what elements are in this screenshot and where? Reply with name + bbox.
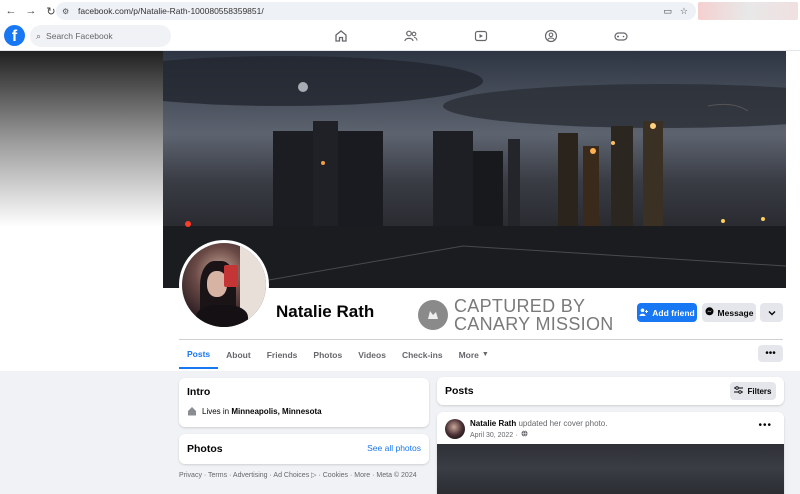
video-icon[interactable] bbox=[473, 28, 489, 44]
profile-more-dropdown[interactable] bbox=[760, 303, 783, 322]
groups-icon[interactable] bbox=[543, 28, 559, 44]
canary-seal-icon bbox=[418, 300, 448, 330]
post-cover-image[interactable] bbox=[437, 444, 784, 494]
tab-label: About bbox=[226, 349, 251, 360]
tabs-options-button[interactable]: ••• bbox=[758, 345, 783, 362]
add-friend-button[interactable]: Add friend bbox=[637, 303, 697, 322]
post-author-name[interactable]: Natalie Rath bbox=[470, 419, 516, 428]
facebook-logo-icon[interactable]: f bbox=[4, 25, 25, 46]
bookmark-star-icon[interactable]: ☆ bbox=[680, 6, 688, 17]
tab-more[interactable]: More ▼ bbox=[451, 340, 497, 369]
footer-links[interactable]: Privacy · Terms · Advertising · Ad Choic… bbox=[179, 471, 417, 479]
tab-friends[interactable]: Friends bbox=[259, 340, 306, 369]
tab-label: Posts bbox=[187, 348, 211, 359]
globe-icon bbox=[521, 430, 528, 439]
tab-posts[interactable]: Posts bbox=[179, 340, 219, 369]
home-icon[interactable] bbox=[333, 28, 349, 44]
more-dots-icon: ••• bbox=[765, 348, 776, 359]
tab-label: Videos bbox=[358, 349, 386, 360]
watermark-line1: CAPTURED BY bbox=[454, 296, 586, 316]
profile-avatar[interactable] bbox=[179, 240, 269, 330]
friends-icon[interactable] bbox=[403, 28, 419, 44]
filters-label: Filters bbox=[747, 386, 772, 396]
post-date[interactable]: April 30, 2022 · bbox=[470, 430, 528, 439]
caret-down-icon: ▼ bbox=[481, 351, 489, 358]
see-all-photos-link[interactable]: See all photos bbox=[367, 443, 421, 453]
lives-in-location[interactable]: Minneapolis, Minnesota bbox=[231, 407, 321, 416]
address-bar[interactable]: ⚙ facebook.com/p/Natalie-Rath-1000805583… bbox=[56, 2, 696, 20]
browser-toolbar: ← → ↻ ⚙ facebook.com/p/Natalie-Rath-1000… bbox=[0, 0, 800, 22]
post-header-text: Natalie Rath updated her cover photo. bbox=[470, 419, 607, 428]
post-date-text: April 30, 2022 · bbox=[470, 432, 518, 439]
add-friend-icon bbox=[639, 308, 649, 318]
house-icon bbox=[187, 406, 197, 416]
search-placeholder: Search Facebook bbox=[46, 31, 113, 41]
intro-card: Intro Lives in Minneapolis, Minnesota bbox=[179, 378, 429, 427]
cover-side-right bbox=[786, 51, 800, 371]
intro-title: Intro bbox=[187, 386, 211, 398]
tab-label: More bbox=[458, 349, 479, 360]
intro-lives-in: Lives in Minneapolis, Minnesota bbox=[187, 406, 322, 416]
forward-icon[interactable]: → bbox=[22, 2, 40, 20]
tab-check-ins[interactable]: Check-ins bbox=[394, 340, 451, 369]
photos-title: Photos bbox=[187, 443, 223, 455]
lives-in-prefix: Lives in bbox=[202, 406, 230, 416]
gaming-icon[interactable] bbox=[613, 28, 629, 44]
profile-tabs: Posts About Friends Photos Videos Check-… bbox=[179, 340, 497, 370]
profile-name: Natalie Rath bbox=[276, 302, 375, 321]
avatar-body bbox=[196, 305, 248, 327]
avatar-phone bbox=[224, 265, 238, 287]
watermark-line2: CANARY MISSION bbox=[454, 314, 614, 334]
extensions-area bbox=[698, 2, 798, 20]
site-info-icon[interactable]: ⚙ bbox=[62, 7, 72, 16]
url-text: facebook.com/p/Natalie-Rath-100080558359… bbox=[78, 6, 264, 16]
post-action-text: updated her cover photo. bbox=[518, 419, 608, 428]
filters-button[interactable]: Filters bbox=[730, 382, 776, 400]
filters-icon bbox=[734, 386, 744, 396]
post-card: Natalie Rath updated her cover photo. Ap… bbox=[437, 412, 784, 494]
messenger-icon bbox=[705, 307, 714, 318]
message-label: Message bbox=[717, 307, 754, 318]
profile-panel-left bbox=[0, 288, 163, 371]
posts-header-card: Posts Filters bbox=[437, 377, 784, 405]
canary-mission-watermark: CAPTURED BY CANARY MISSION bbox=[418, 297, 614, 333]
add-friend-label: Add friend bbox=[652, 307, 695, 318]
back-icon[interactable]: ← bbox=[2, 2, 20, 20]
cast-icon[interactable]: ▭ bbox=[663, 6, 672, 17]
tab-photos[interactable]: Photos bbox=[305, 340, 350, 369]
tab-about[interactable]: About bbox=[218, 340, 259, 369]
post-author-avatar[interactable] bbox=[445, 419, 465, 439]
tab-videos[interactable]: Videos bbox=[350, 340, 394, 369]
tab-label: Friends bbox=[266, 349, 298, 360]
message-button[interactable]: Message bbox=[702, 303, 756, 322]
tab-label: Photos bbox=[313, 349, 343, 360]
photos-card: Photos See all photos bbox=[179, 434, 429, 464]
search-input[interactable]: ⌕ Search Facebook bbox=[30, 25, 171, 47]
post-options-icon[interactable]: ••• bbox=[758, 420, 772, 431]
tab-label: Check-ins bbox=[401, 349, 443, 360]
search-icon: ⌕ bbox=[36, 30, 42, 41]
chevron-down-icon bbox=[768, 308, 776, 318]
posts-title: Posts bbox=[445, 385, 474, 397]
facebook-top-nav: f ⌕ Search Facebook bbox=[0, 22, 800, 51]
